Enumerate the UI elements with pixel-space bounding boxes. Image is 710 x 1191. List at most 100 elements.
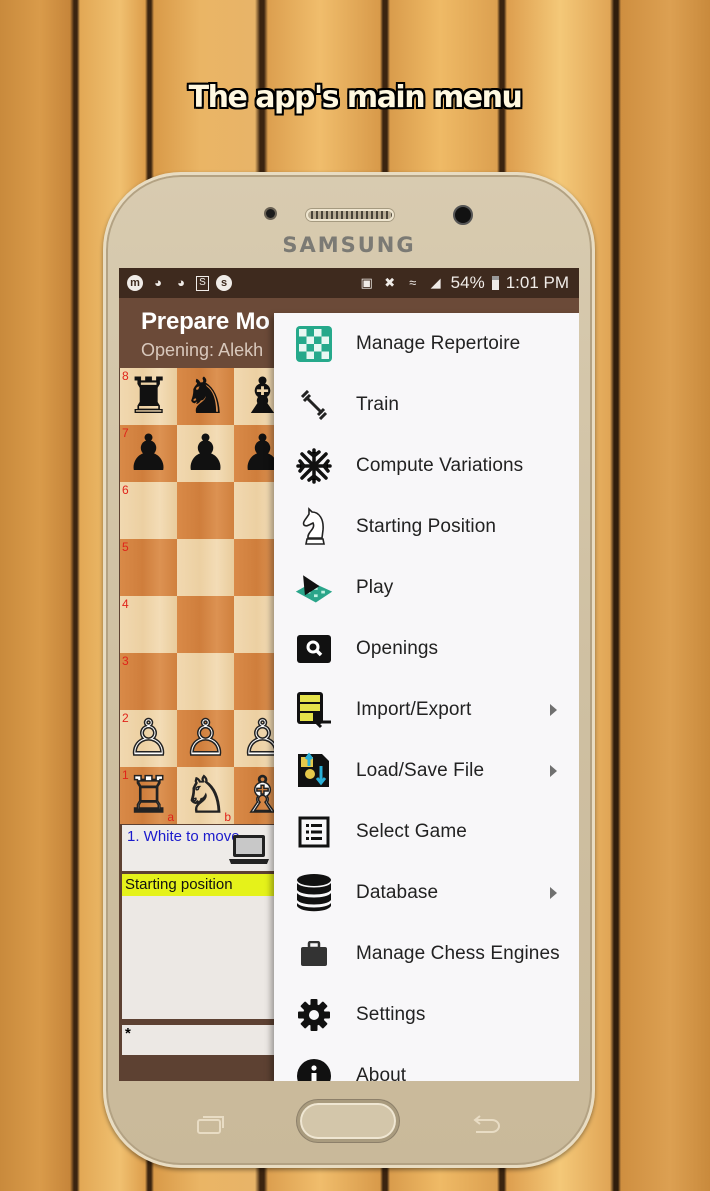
menu-item-openings[interactable]: Openings (274, 618, 579, 679)
chess-piece[interactable]: ♟ (126, 425, 171, 482)
chess-piece[interactable]: ♖ (125, 766, 171, 825)
earpiece-speaker (306, 209, 394, 221)
bowl-notification-icon: ◕ (177, 275, 185, 290)
database-icon (294, 873, 334, 913)
board-square[interactable]: ♞ (177, 368, 234, 425)
board-square[interactable] (177, 653, 234, 710)
menu-item-label: Compute Variations (356, 454, 524, 476)
board-square[interactable]: 5 (120, 539, 177, 596)
menu-item-label: Openings (356, 637, 439, 659)
proximity-sensor (264, 207, 277, 220)
board-square[interactable]: 8 ♜ (120, 368, 177, 425)
board-square[interactable]: 1 a ♖ (120, 766, 177, 825)
chess-piece[interactable]: ♘ (182, 766, 228, 825)
gear-icon (294, 995, 334, 1035)
back-icon[interactable] (470, 1113, 502, 1135)
battery-icon (491, 276, 499, 290)
menu-item-load-save-file[interactable]: Load/Save File (274, 740, 579, 801)
search-icon (294, 629, 334, 669)
starting-position-move[interactable]: Starting position (122, 874, 282, 896)
menu-item-starting-position[interactable]: Starting Position (274, 496, 579, 557)
menu-item-compute-variations[interactable]: Compute Variations (274, 435, 579, 496)
info-icon (294, 1056, 334, 1081)
cast-icon: ▣ (360, 275, 373, 290)
submenu-arrow-icon (550, 764, 557, 777)
menu-item-manage-chess-engines[interactable]: Manage Chess Engines (274, 923, 579, 984)
menu-item-label: Manage Repertoire (356, 332, 521, 354)
list-icon (294, 812, 334, 852)
menu-item-about[interactable]: About (274, 1045, 579, 1081)
front-camera (453, 205, 473, 225)
rank-label: 5 (122, 540, 129, 554)
board-square[interactable] (177, 596, 234, 653)
menu-item-label: Manage Chess Engines (356, 942, 560, 964)
brand-logo: SAMSUNG (282, 233, 416, 257)
rank-label: 3 (122, 654, 129, 668)
rank-label: 4 (122, 597, 129, 611)
laptop-engine-icon[interactable] (227, 831, 271, 867)
chess-piece[interactable]: ♜ (126, 368, 171, 425)
board-square[interactable]: b ♘ (177, 766, 234, 825)
rank-label: 6 (122, 483, 129, 497)
dumbbell-icon (294, 385, 334, 425)
board-square[interactable]: 4 (120, 596, 177, 653)
board-square[interactable] (177, 539, 234, 596)
menu-item-select-game[interactable]: Select Game (274, 801, 579, 862)
import-export-icon (294, 690, 334, 730)
status-bar: m ◕ ◕ S s ▣ ✖ ≈ ◢ 54% 1:01 PM (119, 268, 579, 298)
menu-item-train[interactable]: Train (274, 374, 579, 435)
rank-label: 1 (122, 768, 129, 782)
submenu-arrow-icon (550, 886, 557, 899)
snowflake-icon (294, 446, 334, 486)
menu-item-manage-repertoire[interactable]: Manage Repertoire (274, 313, 579, 374)
board-square[interactable]: 7 ♟ (120, 425, 177, 482)
menu-item-label: Select Game (356, 820, 467, 842)
submenu-arrow-icon (550, 703, 557, 716)
file-label: a (167, 810, 174, 824)
phone-screen: m ◕ ◕ S s ▣ ✖ ≈ ◢ 54% 1:01 PM Prepare Mo… (119, 268, 579, 1081)
notation-panel[interactable]: Starting position (122, 874, 282, 1019)
menu-item-label: Starting Position (356, 515, 497, 537)
menu-item-label: Import/Export (356, 698, 472, 720)
menu-item-label: Load/Save File (356, 759, 485, 781)
menu-item-label: Train (356, 393, 400, 415)
menu-item-label: Database (356, 881, 439, 903)
menu-item-play[interactable]: Play (274, 557, 579, 618)
notification-icons: m ◕ ◕ S s (127, 275, 232, 291)
rank-label: 7 (122, 426, 129, 440)
checkerboard-icon (294, 324, 334, 364)
m-app-icon: m (127, 275, 143, 291)
wifi-icon: ≈ (409, 275, 417, 290)
board-square[interactable]: 6 (120, 482, 177, 539)
mute-icon: ✖ (384, 275, 396, 290)
briefcase-icon (294, 934, 334, 974)
chess-piece[interactable]: ♞ (183, 368, 228, 425)
sync-app-icon: s (216, 275, 232, 291)
rank-label: 8 (122, 369, 129, 383)
clock: 1:01 PM (505, 273, 569, 292)
chess-piece[interactable]: ♙ (182, 709, 228, 768)
menu-item-label: Play (356, 576, 394, 598)
caption-title: The app's main menu (188, 80, 523, 115)
board-square[interactable]: 2 ♙ (120, 709, 177, 768)
menu-item-label: Settings (356, 1003, 426, 1025)
system-icons: ▣ ✖ ≈ ◢ 54% 1:01 PM (359, 273, 570, 293)
load-save-file-icon (294, 751, 334, 791)
game-result: * (122, 1020, 282, 1055)
board-square[interactable]: ♟ (177, 425, 234, 482)
chess-piece[interactable]: ♟ (183, 425, 228, 482)
chess-piece[interactable]: ♙ (125, 709, 171, 768)
board-square[interactable]: 3 (120, 653, 177, 710)
knight-icon (294, 506, 334, 547)
menu-item-database[interactable]: Database (274, 862, 579, 923)
menu-item-import-export[interactable]: Import/Export (274, 679, 579, 740)
signal-icon: ◢ (430, 275, 441, 290)
menu-item-settings[interactable]: Settings (274, 984, 579, 1045)
battery-percent: 54% (450, 273, 485, 292)
recent-apps-icon[interactable] (196, 1113, 226, 1135)
play-board-icon (294, 568, 334, 608)
bowl-notification-icon: ◕ (154, 275, 162, 290)
board-square[interactable]: ♙ (177, 709, 234, 768)
home-button[interactable] (297, 1100, 399, 1142)
board-square[interactable] (177, 482, 234, 539)
